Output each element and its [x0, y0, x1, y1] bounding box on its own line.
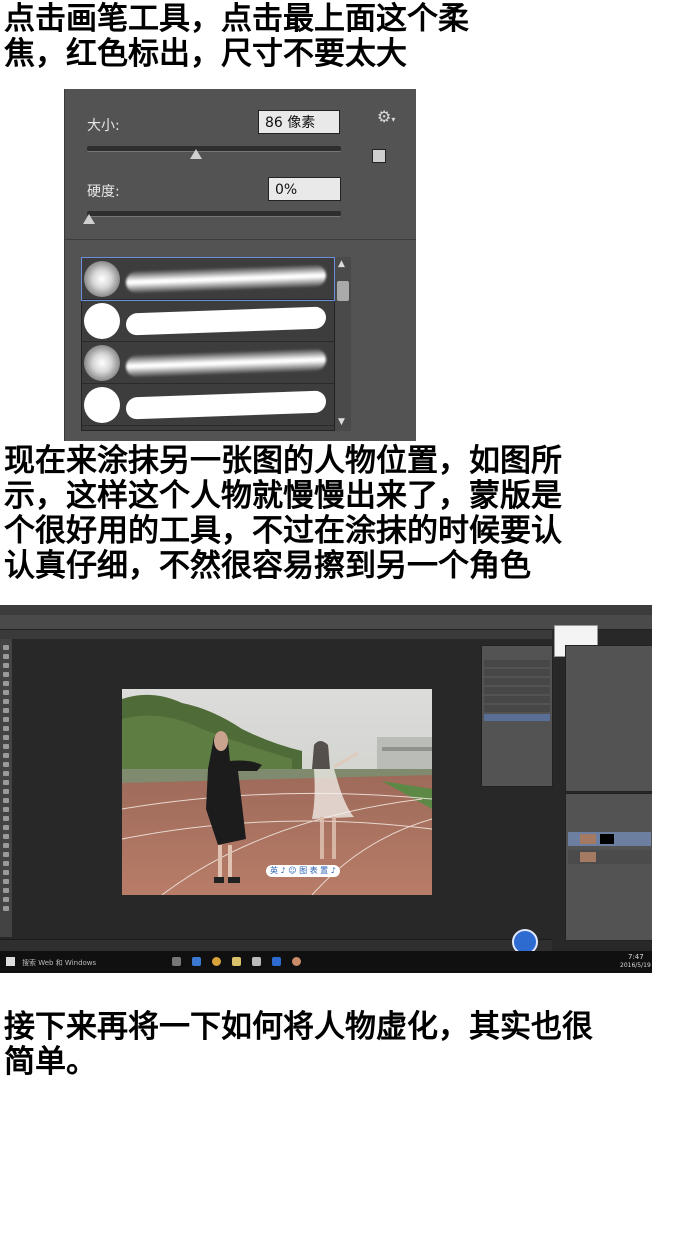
- photoshop-icon[interactable]: [272, 957, 281, 966]
- ps-layers-panel: [565, 793, 652, 941]
- ps-tool-icon[interactable]: [3, 870, 9, 875]
- windows-start-icon[interactable]: [6, 957, 15, 966]
- size-slider-handle[interactable]: [190, 149, 203, 159]
- ps-tool-icon[interactable]: [3, 744, 9, 749]
- brush-stroke-preview: [126, 306, 326, 336]
- watermark-badge: 英 ♪ ☺ 图 表 置 ♪: [266, 865, 340, 877]
- ps-tool-icon[interactable]: [3, 825, 9, 830]
- brush-stroke-preview: [126, 390, 326, 420]
- ps-tool-icon[interactable]: [3, 708, 9, 713]
- brush-preset-hard[interactable]: [82, 300, 334, 342]
- size-field[interactable]: 86 像素: [258, 110, 340, 134]
- hardness-slider-track[interactable]: [87, 211, 341, 217]
- ps-tool-icon[interactable]: [3, 780, 9, 785]
- ps-tool-icon[interactable]: [3, 762, 9, 767]
- ps-tool-icon[interactable]: [3, 753, 9, 758]
- ps-tool-icon[interactable]: [3, 888, 9, 893]
- brush-stroke-preview: [126, 348, 326, 378]
- brush-preset-soft[interactable]: [81, 257, 335, 301]
- hardness-slider-handle[interactable]: [83, 214, 95, 224]
- mail-icon[interactable]: [252, 957, 261, 966]
- ps-tool-icon[interactable]: [3, 798, 9, 803]
- size-label: 大小:: [87, 118, 120, 134]
- instruction-paragraph-1: 点击画笔工具，点击最上面这个柔 焦，红色标出，尺寸不要太大: [4, 1, 469, 72]
- hardness-label: 硬度:: [87, 184, 120, 200]
- ps-document-tabs: [0, 630, 552, 639]
- ps-tool-icon[interactable]: [3, 834, 9, 839]
- scroll-down-icon[interactable]: ▼: [338, 417, 345, 427]
- ps-toolbox: [0, 639, 12, 937]
- ps-properties-panel: [565, 645, 652, 792]
- ps-tool-icon[interactable]: [3, 897, 9, 902]
- ps-photo: 英 ♪ ☺ 图 表 置 ♪: [122, 689, 432, 895]
- ps-history-panel: [481, 645, 553, 787]
- history-step[interactable]: [484, 660, 550, 667]
- browser-icon[interactable]: [192, 957, 201, 966]
- ps-tool-icon[interactable]: [3, 735, 9, 740]
- layer-thumb: [580, 834, 596, 844]
- brush-preset-hard[interactable]: [82, 384, 334, 426]
- ps-tool-icon[interactable]: [3, 645, 9, 650]
- chrome-icon[interactable]: [212, 957, 221, 966]
- size-slider-track[interactable]: [87, 146, 341, 152]
- history-step[interactable]: [484, 678, 550, 685]
- scroll-up-icon[interactable]: ▲: [338, 259, 345, 269]
- brush-tip-icon: [84, 261, 120, 297]
- brush-tip-icon: [84, 345, 120, 381]
- gear-icon[interactable]: ⚙▾: [377, 107, 395, 126]
- ps-menu-bar: [0, 605, 652, 615]
- instruction-paragraph-2: 现在来涂抹另一张图的人物位置，如图所 示，这样这个人物就慢慢出来了，蒙版是 个很…: [4, 443, 562, 584]
- brush-list-scrollbar[interactable]: ▲ ▼: [335, 257, 351, 431]
- ps-tool-icon[interactable]: [3, 654, 9, 659]
- ps-tool-icon[interactable]: [3, 690, 9, 695]
- ps-tool-icon[interactable]: [3, 672, 9, 677]
- explorer-icon[interactable]: [232, 957, 241, 966]
- ps-tool-icon[interactable]: [3, 879, 9, 884]
- layer-thumb: [580, 852, 596, 862]
- history-step[interactable]: [484, 714, 550, 721]
- brush-preset-panel: 大小: 86 像素 ⚙▾ 硬度: 0% ▲ ▼: [64, 89, 416, 441]
- taskbar-search-text[interactable]: 搜索 Web 和 Windows: [22, 958, 96, 968]
- task-view-icon[interactable]: [172, 957, 181, 966]
- scroll-thumb[interactable]: [337, 281, 349, 301]
- clock-time: 7:47: [628, 953, 644, 961]
- ps-tool-icon[interactable]: [3, 906, 9, 911]
- ps-tool-icon[interactable]: [3, 861, 9, 866]
- ps-tool-icon[interactable]: [3, 717, 9, 722]
- ps-tool-icon[interactable]: [3, 726, 9, 731]
- brush-preset-list: [81, 257, 335, 431]
- ps-tool-icon[interactable]: [3, 771, 9, 776]
- ps-tool-icon[interactable]: [3, 816, 9, 821]
- brush-tip-icon: [84, 303, 120, 339]
- clock-date: 2016/5/19: [620, 962, 651, 969]
- ps-tool-icon[interactable]: [3, 663, 9, 668]
- history-step[interactable]: [484, 705, 550, 712]
- ps-tool-icon[interactable]: [3, 789, 9, 794]
- ps-tool-icon[interactable]: [3, 681, 9, 686]
- ps-tool-icon[interactable]: [3, 807, 9, 812]
- ps-tool-icon[interactable]: [3, 843, 9, 848]
- history-step[interactable]: [484, 669, 550, 676]
- layer-mask-thumb: [600, 834, 614, 844]
- ps-tool-icon[interactable]: [3, 699, 9, 704]
- new-preset-icon[interactable]: [372, 149, 386, 163]
- windows-taskbar: 搜索 Web 和 Windows 7:47 2016/5/19: [0, 951, 652, 973]
- history-step[interactable]: [484, 696, 550, 703]
- ps-tool-icon[interactable]: [3, 852, 9, 857]
- photoshop-screenshot: 英 ♪ ☺ 图 表 置 ♪ 搜索 Web 和 Windows 7:47 2016…: [0, 605, 652, 973]
- user-avatar-icon[interactable]: [292, 957, 301, 966]
- hardness-field[interactable]: 0%: [268, 177, 341, 201]
- brush-stroke-preview: [126, 264, 326, 294]
- brush-preset-soft[interactable]: [82, 342, 334, 384]
- brush-tip-icon: [84, 387, 120, 423]
- instruction-paragraph-3: 接下来再将一下如何将人物虚化，其实也很 简单。: [4, 1009, 593, 1080]
- history-step[interactable]: [484, 687, 550, 694]
